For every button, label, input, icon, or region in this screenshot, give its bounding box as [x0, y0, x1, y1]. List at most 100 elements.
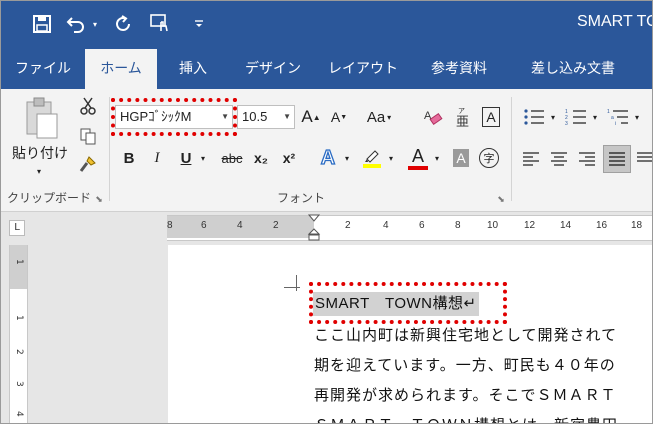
clipboard-launcher-icon[interactable]: ⬊ [93, 193, 105, 205]
ruler-tick: 4 [237, 220, 243, 231]
heading-highlight [309, 282, 507, 324]
superscript-button[interactable]: x² [277, 145, 301, 171]
vertical-ruler-tick: 1 [14, 259, 24, 265]
ruler-tick: 10 [487, 220, 499, 231]
character-border-button[interactable]: A [479, 103, 503, 131]
ruler-tick: 8 [455, 220, 461, 231]
tab-insert[interactable]: 挿入 [165, 49, 221, 89]
font-group-label: フォント [277, 191, 326, 205]
save-icon[interactable] [29, 10, 55, 38]
tab-layout[interactable]: レイアウト [323, 49, 403, 89]
enclose-characters-button[interactable]: 字 [477, 145, 501, 171]
vertical-ruler[interactable]: 1 1 2 3 4 [9, 245, 28, 423]
vertical-ruler-margin [10, 245, 27, 289]
enclose-characters-label: 字 [479, 148, 499, 168]
numbering-dropdown-icon[interactable]: ▾ [589, 107, 601, 127]
ruler-tick: 2 [273, 220, 279, 231]
font-size-dropdown-icon[interactable]: ▼ [283, 106, 291, 128]
align-right-icon[interactable] [575, 147, 599, 171]
undo-icon[interactable] [63, 10, 89, 38]
bold-button[interactable]: B [117, 145, 141, 171]
grow-font-label: A [301, 107, 313, 126]
align-left-icon[interactable] [519, 147, 543, 171]
vertical-ruler-tick: 1 [14, 315, 24, 321]
font-size-combo[interactable]: 10.5 ▼ [237, 105, 295, 129]
ribbon-home: 貼り付け ▾ クリップボード ⬊ HGPｺﾞｼｯｸM ▼ 10.5 ▼ A ▲ A… [1, 89, 652, 212]
group-separator [511, 97, 512, 201]
cut-icon[interactable] [77, 95, 99, 117]
font-color-button[interactable]: A [405, 143, 431, 173]
shrink-font-arrow: ▼ [340, 113, 348, 121]
character-shading-label: A [453, 149, 469, 167]
distributed-icon[interactable] [635, 147, 652, 171]
underline-button[interactable]: U [175, 145, 197, 171]
tab-design[interactable]: デザイン [235, 49, 311, 89]
document-line[interactable]: 期を迎えています。一方、町民も４０年の [314, 354, 616, 375]
text-effects-dropdown-icon[interactable]: ▾ [341, 147, 353, 169]
paste-dropdown-icon[interactable]: ▾ [29, 165, 49, 177]
vertical-ruler-tick: 3 [14, 381, 24, 387]
change-case-button[interactable]: Aa ▾ [363, 103, 395, 131]
grow-font-button[interactable]: A ▲ [299, 103, 323, 131]
document-page[interactable]: SMART TOWN構想↵ ここ山内町は新興住宅地として開発されて 期を迎えてい… [168, 245, 652, 423]
font-size-value: 10.5 [242, 109, 268, 124]
vertical-ruler-tick: 4 [14, 411, 24, 417]
document-line[interactable]: 再開発が求められます。そこでＳＭＡＲＴ [314, 384, 617, 405]
multilevel-list-icon[interactable]: 1ai [605, 105, 631, 129]
ribbon-tabs: ファイル ホーム 挿入 デザイン レイアウト 参考資料 差し込み文書 [1, 49, 652, 89]
paste-icon[interactable] [17, 95, 65, 141]
text-effects-button[interactable]: A [315, 145, 341, 171]
subscript-button[interactable]: x₂ [249, 145, 273, 171]
font-color-dropdown-icon[interactable]: ▾ [431, 147, 443, 169]
bullets-dropdown-icon[interactable]: ▾ [547, 107, 559, 127]
numbering-icon[interactable]: 123 [563, 105, 589, 129]
ruler-tick: 16 [596, 220, 608, 231]
align-center-icon[interactable] [547, 147, 571, 171]
group-separator [109, 97, 110, 201]
font-color-bar [408, 166, 428, 170]
format-painter-icon[interactable] [77, 153, 99, 175]
character-border-label: A [482, 107, 500, 127]
tab-home[interactable]: ホーム [85, 49, 157, 89]
svg-text:3: 3 [565, 121, 568, 126]
paste-button[interactable]: 貼り付け [7, 143, 73, 163]
shrink-font-button[interactable]: A ▼ [327, 103, 351, 131]
horizontal-ruler[interactable]: 8 6 4 2 2 4 6 8 10 12 14 16 18 [167, 214, 652, 242]
touch-mode-icon[interactable] [147, 10, 175, 38]
undo-dropdown-icon[interactable]: ▾ [89, 10, 101, 38]
horizontal-ruler-row: L 8 6 4 2 2 4 6 8 10 12 14 16 18 [1, 212, 652, 242]
underline-dropdown-icon[interactable]: ▾ [197, 147, 209, 169]
tab-selector[interactable]: L [9, 220, 25, 236]
font-launcher-icon[interactable]: ⬊ [495, 193, 507, 205]
svg-text:亜: 亜 [456, 114, 469, 128]
change-case-dropdown-icon[interactable]: ▾ [387, 113, 391, 122]
svg-text:1: 1 [607, 109, 610, 115]
document-line[interactable]: ここ山内町は新興住宅地として開発されて [314, 324, 617, 345]
strikethrough-button[interactable]: abc [217, 145, 247, 171]
bullets-icon[interactable] [521, 105, 547, 129]
phonetic-guide-icon[interactable]: ア亜 [451, 103, 475, 131]
document-line[interactable]: ＳＭＡＲＴ ＴＯＷＮ構想とは、新宿豊田 [314, 414, 618, 423]
tab-file[interactable]: ファイル [9, 49, 77, 89]
multilevel-dropdown-icon[interactable]: ▾ [631, 107, 643, 127]
highlight-dropdown-icon[interactable]: ▾ [385, 147, 397, 169]
italic-button[interactable]: I [145, 145, 169, 171]
tab-references[interactable]: 参考資料 [419, 49, 499, 89]
ruler-tick: 6 [201, 220, 207, 231]
font-color-label: A [411, 146, 424, 166]
indent-marker-icon[interactable] [307, 214, 321, 242]
customize-icon[interactable] [189, 10, 209, 38]
character-shading-button[interactable]: A [449, 145, 473, 171]
clear-formatting-icon[interactable]: A [421, 103, 445, 131]
title-bar: ▾ SMART TO [1, 1, 652, 49]
svg-text:a: a [611, 115, 614, 121]
justify-icon[interactable] [603, 145, 631, 173]
redo-icon[interactable] [111, 10, 137, 38]
ruler-tick: 2 [345, 220, 351, 231]
ruler-tick: 8 [167, 220, 173, 231]
font-name-highlight [111, 98, 237, 136]
tab-mailings[interactable]: 差し込み文書 [521, 49, 625, 89]
copy-icon[interactable] [77, 125, 99, 147]
highlight-color-icon[interactable] [359, 145, 385, 171]
svg-text:i: i [615, 121, 616, 126]
